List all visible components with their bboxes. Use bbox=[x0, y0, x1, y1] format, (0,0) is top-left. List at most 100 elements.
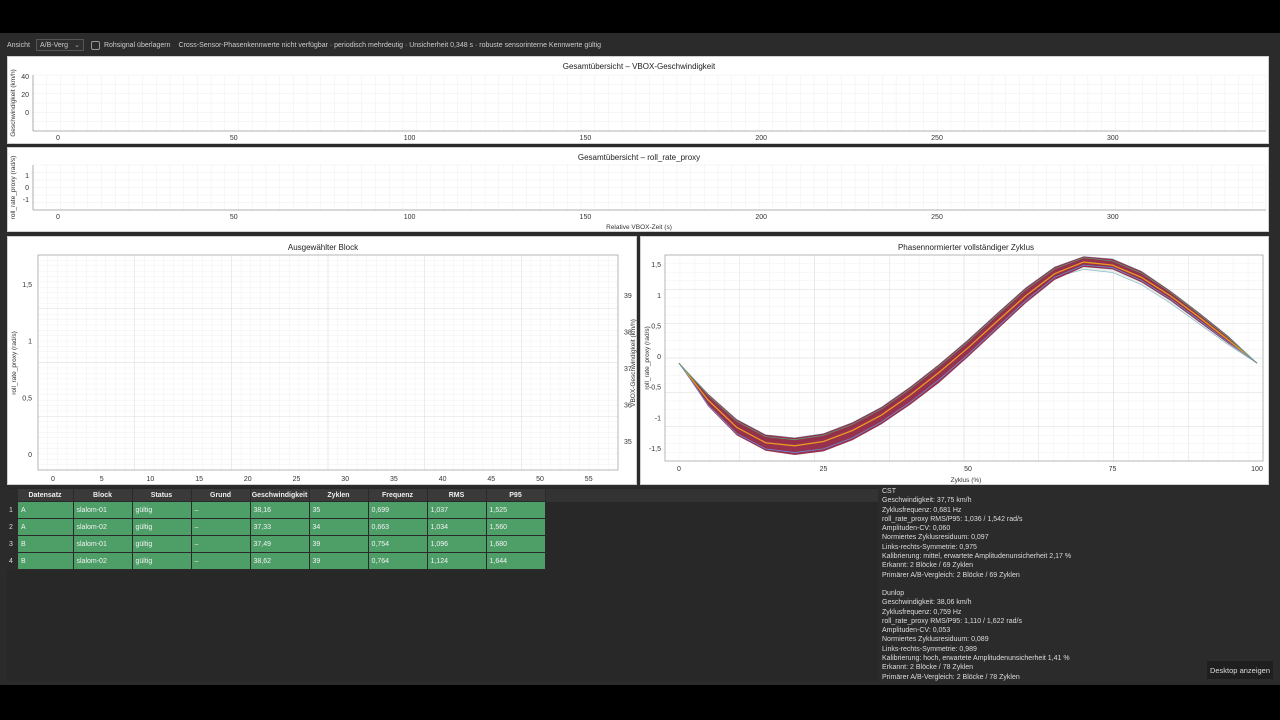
summary-line: Zyklusfrequenz: 0,759 Hz bbox=[882, 608, 962, 616]
chart-title: Gesamtübersicht – VBOX-Geschwindigkeit bbox=[563, 62, 716, 71]
table-cell[interactable]: 1,644 bbox=[485, 552, 546, 570]
x-tick-label: 300 bbox=[1107, 214, 1119, 221]
block-chart-panel[interactable]: Ausgewählter Block1,510,50-0,5-1-1,53938… bbox=[7, 236, 637, 485]
col-header[interactable]: RMS bbox=[427, 489, 487, 502]
x-tick-label: 150 bbox=[580, 214, 592, 221]
col-header[interactable]: Frequenz bbox=[368, 489, 428, 502]
y2-tick-label: 35 bbox=[624, 439, 632, 446]
table-row[interactable]: 1 Aslalom-01 gültig –38,16 35 0,699 1,037 1,525 bbox=[7, 501, 546, 519]
view-select[interactable]: A/B-Verg ⌄ bbox=[35, 39, 84, 51]
table-cell[interactable]: slalom-02 bbox=[72, 552, 133, 570]
results-table[interactable]: Datensatz Block Status Grund Geschwindig… bbox=[7, 489, 546, 570]
y2-tick-label: 39 bbox=[624, 293, 632, 300]
x-tick-label: 0 bbox=[51, 476, 55, 483]
col-header[interactable]: Zyklen bbox=[309, 489, 369, 502]
x-tick-label: 25 bbox=[293, 476, 301, 483]
overview-roll-chart[interactable]: Gesamtübersicht – roll_rate_proxy 0 50 100 1… bbox=[8, 148, 1270, 233]
table-cell[interactable]: 38,62 bbox=[249, 552, 310, 570]
table-cell[interactable]: 0,663 bbox=[367, 518, 428, 536]
table-cell[interactable]: 0,764 bbox=[367, 552, 428, 570]
summary-line: roll_rate_proxy RMS/P95: 1,036 / 1,542 r… bbox=[882, 515, 1023, 523]
toolbar: Ansicht A/B-Verg ⌄ Rohsignal überlagern … bbox=[0, 37, 1280, 53]
summary-block: CST Geschwindigkeit: 37,75 km/h Zyklusfreq… bbox=[882, 487, 1278, 580]
table-row[interactable]: 4 Bslalom-02 gültig –38,62 39 0,764 1,124 1,644 bbox=[7, 552, 546, 570]
table-row[interactable]: 3 Bslalom-01 gültig –37,49 39 0,754 1,096 1,680 bbox=[7, 535, 546, 553]
y-tick-label: 0,5 bbox=[22, 395, 32, 402]
col-header[interactable]: P95 bbox=[486, 489, 546, 502]
block-chart[interactable]: Ausgewählter Block1,510,50-0,5-1-1,53938… bbox=[8, 237, 638, 486]
view-select-value: A/B-Verg bbox=[39, 41, 68, 49]
x-tick-label: 150 bbox=[580, 135, 592, 142]
table-cell[interactable]: B bbox=[17, 535, 74, 553]
table-cell[interactable]: 1,034 bbox=[426, 518, 487, 536]
col-header[interactable]: Geschwindigkeit bbox=[250, 489, 310, 502]
table-cell[interactable]: A bbox=[17, 518, 74, 536]
col-header[interactable]: Datensatz bbox=[17, 489, 74, 502]
table-cell[interactable]: 34 bbox=[308, 518, 369, 536]
x-tick-label: 100 bbox=[404, 135, 416, 142]
table-cell[interactable]: gültig bbox=[131, 535, 192, 553]
cycle-chart[interactable]: Phasennormierter vollständiger Zyklus 1,5… bbox=[641, 237, 1270, 486]
y-tick-label: 20 bbox=[21, 92, 29, 99]
col-header[interactable]: Block bbox=[73, 489, 133, 502]
table-cell[interactable]: 39 bbox=[308, 552, 369, 570]
table-cell[interactable]: – bbox=[190, 535, 251, 553]
table-cell[interactable]: 1,096 bbox=[426, 535, 487, 553]
x-tick-label: 40 bbox=[439, 476, 447, 483]
table-cell[interactable]: A bbox=[17, 501, 74, 519]
table-cell[interactable]: slalom-01 bbox=[72, 535, 133, 553]
table-row[interactable]: 2 Aslalom-02 gültig –37,33 34 0,663 1,034 1,560 bbox=[7, 518, 546, 536]
x-tick-label: 200 bbox=[755, 135, 767, 142]
y-axis-label: roll_rate_proxy (rad/s) bbox=[644, 326, 651, 390]
table-cell[interactable]: 37,49 bbox=[249, 535, 310, 553]
app-window: Ansicht A/B-Verg ⌄ Rohsignal überlagern … bbox=[0, 33, 1280, 685]
y-tick-label: 1,5 bbox=[651, 262, 661, 269]
table-cell[interactable]: gültig bbox=[131, 518, 192, 536]
table-cell[interactable]: – bbox=[190, 518, 251, 536]
y-axis-label: roll_rate_proxy (rad/s) bbox=[10, 156, 17, 220]
table-cell[interactable]: 37,33 bbox=[249, 518, 310, 536]
overview-speed-panel[interactable]: Gesamtübersicht – VBOX-Geschwindigkeit 0 5… bbox=[7, 56, 1269, 144]
table-cell[interactable]: 0,754 bbox=[367, 535, 428, 553]
table-cell[interactable]: slalom-01 bbox=[72, 501, 133, 519]
table-cell[interactable]: 1,680 bbox=[485, 535, 546, 553]
table-cell[interactable]: slalom-02 bbox=[72, 518, 133, 536]
x-tick-label: 15 bbox=[195, 476, 203, 483]
table-cell[interactable]: 39 bbox=[308, 535, 369, 553]
x-axis-label: Zyklus (%) bbox=[951, 477, 982, 484]
overlay-checkbox[interactable] bbox=[90, 40, 100, 50]
table-cell[interactable]: 35 bbox=[308, 501, 369, 519]
table-cell[interactable]: 0,699 bbox=[367, 501, 428, 519]
overview-roll-panel[interactable]: Gesamtübersicht – roll_rate_proxy 0 50 100 1… bbox=[7, 147, 1269, 232]
summary-line: Normiertes Zyklusresiduum: 0,097 bbox=[882, 534, 989, 542]
x-tick-label: 100 bbox=[404, 214, 416, 221]
table-header-row: Datensatz Block Status Grund Geschwindig… bbox=[7, 489, 546, 502]
results-table-area: Datensatz Block Status Grund Geschwindig… bbox=[7, 487, 878, 681]
summary-line: Links-rechts-Symmetrie: 0,975 bbox=[882, 543, 977, 551]
table-cell[interactable]: 1,124 bbox=[426, 552, 487, 570]
col-header[interactable]: Grund bbox=[191, 489, 251, 502]
table-cell[interactable]: 38,16 bbox=[249, 501, 310, 519]
summary-line: Kalibrierung: mittel, erwartete Amplitud… bbox=[882, 553, 1072, 561]
show-desktop-button[interactable]: Desktop anzeigen bbox=[1207, 661, 1273, 679]
overlay-checkbox-label[interactable]: Rohsignal überlagern bbox=[104, 42, 171, 49]
table-cell[interactable]: gültig bbox=[131, 501, 192, 519]
summary-title: CST bbox=[882, 488, 896, 495]
y-tick-label: -1 bbox=[23, 197, 29, 204]
y-tick-label: 40 bbox=[21, 74, 29, 81]
table-cell[interactable]: gültig bbox=[131, 552, 192, 570]
x-tick-label: 0 bbox=[56, 135, 60, 142]
table-cell[interactable]: B bbox=[17, 552, 74, 570]
table-cell[interactable]: – bbox=[190, 552, 251, 570]
y-tick-label: 1,5 bbox=[22, 282, 32, 289]
overview-speed-chart[interactable]: Gesamtübersicht – VBOX-Geschwindigkeit 0 5… bbox=[8, 57, 1270, 145]
table-cell[interactable]: 1,560 bbox=[485, 518, 546, 536]
cycle-chart-panel[interactable]: Phasennormierter vollständiger Zyklus 1,5… bbox=[640, 236, 1269, 485]
x-tick-label: 35 bbox=[390, 476, 398, 483]
chevron-down-icon: ⌄ bbox=[74, 42, 80, 49]
table-cell[interactable]: 1,037 bbox=[426, 501, 487, 519]
y-tick-label: 0 bbox=[28, 452, 32, 459]
table-cell[interactable]: 1,525 bbox=[485, 501, 546, 519]
col-header[interactable]: Status bbox=[132, 489, 192, 502]
table-cell[interactable]: – bbox=[190, 501, 251, 519]
